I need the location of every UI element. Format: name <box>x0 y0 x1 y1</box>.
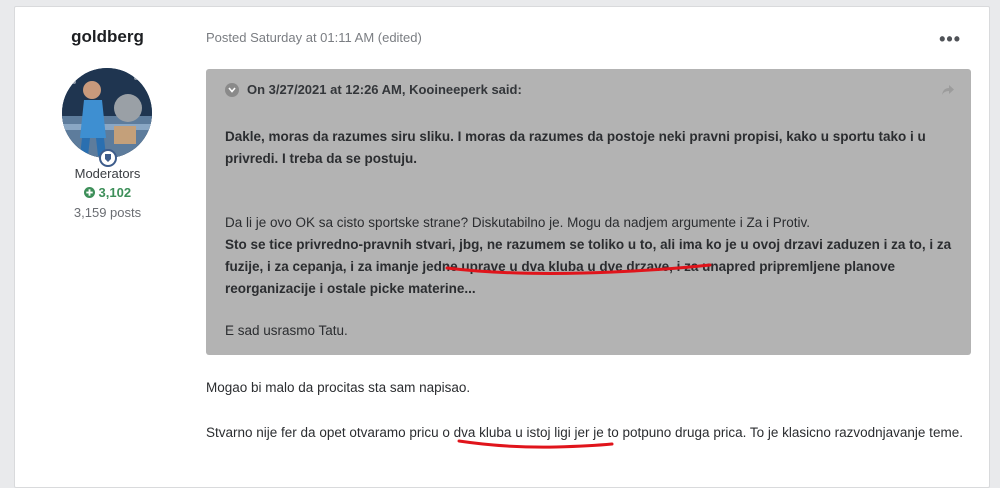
quote-block: On 3/27/2021 at 12:26 AM, Kooineeperk sa… <box>206 69 971 355</box>
author-reputation[interactable]: 3,102 <box>15 185 200 200</box>
quote-header[interactable]: On 3/27/2021 at 12:26 AM, Kooineeperk sa… <box>225 82 522 97</box>
moderator-badge-icon <box>99 149 117 167</box>
quote-paragraph: Dakle, moras da razumes siru sliku. I mo… <box>225 129 926 166</box>
reply-highlighted-text: o dva kluba u istoj ligi <box>442 425 571 440</box>
reputation-value: 3,102 <box>98 185 132 200</box>
author-group: Moderators <box>74 166 141 181</box>
author-name[interactable]: goldberg <box>15 27 200 47</box>
reply-paragraph: Mogao bi malo da procitas sta sam napisa… <box>206 380 471 395</box>
quote-paragraph: E sad usrasmo Tatu. <box>225 323 348 338</box>
post-card: goldberg Moderators 3,102 3,159 posts Po… <box>14 6 990 488</box>
quote-attribution: On 3/27/2021 at 12:26 AM, Kooineeperk sa… <box>247 82 522 97</box>
quote-highlighted-text: jedne uprave u dva kluba u dve drzave <box>422 259 670 274</box>
share-icon[interactable] <box>941 83 955 101</box>
plus-circle-icon <box>83 187 95 198</box>
reply-paragraph: Stvarno nije fer da opet otvaramo pricu … <box>206 422 966 444</box>
reply-text: Stvarno nije fer da opet otvaramo pricu <box>206 425 443 440</box>
post-menu-button[interactable]: ••• <box>939 29 961 50</box>
quote-paragraph: Sto se tice privredno-pravnih stvari, jb… <box>225 234 965 300</box>
reply-text: jer je to potpuno druga prica. To je kla… <box>570 425 963 440</box>
author-post-count: 3,159 posts <box>73 205 142 220</box>
post-meta[interactable]: Posted Saturday at 01:11 AM (edited) <box>206 30 422 45</box>
author-avatar[interactable] <box>62 68 152 158</box>
quote-paragraph: Da li je ovo OK sa cisto sportske strane… <box>225 215 811 230</box>
chevron-down-icon[interactable] <box>225 82 239 97</box>
